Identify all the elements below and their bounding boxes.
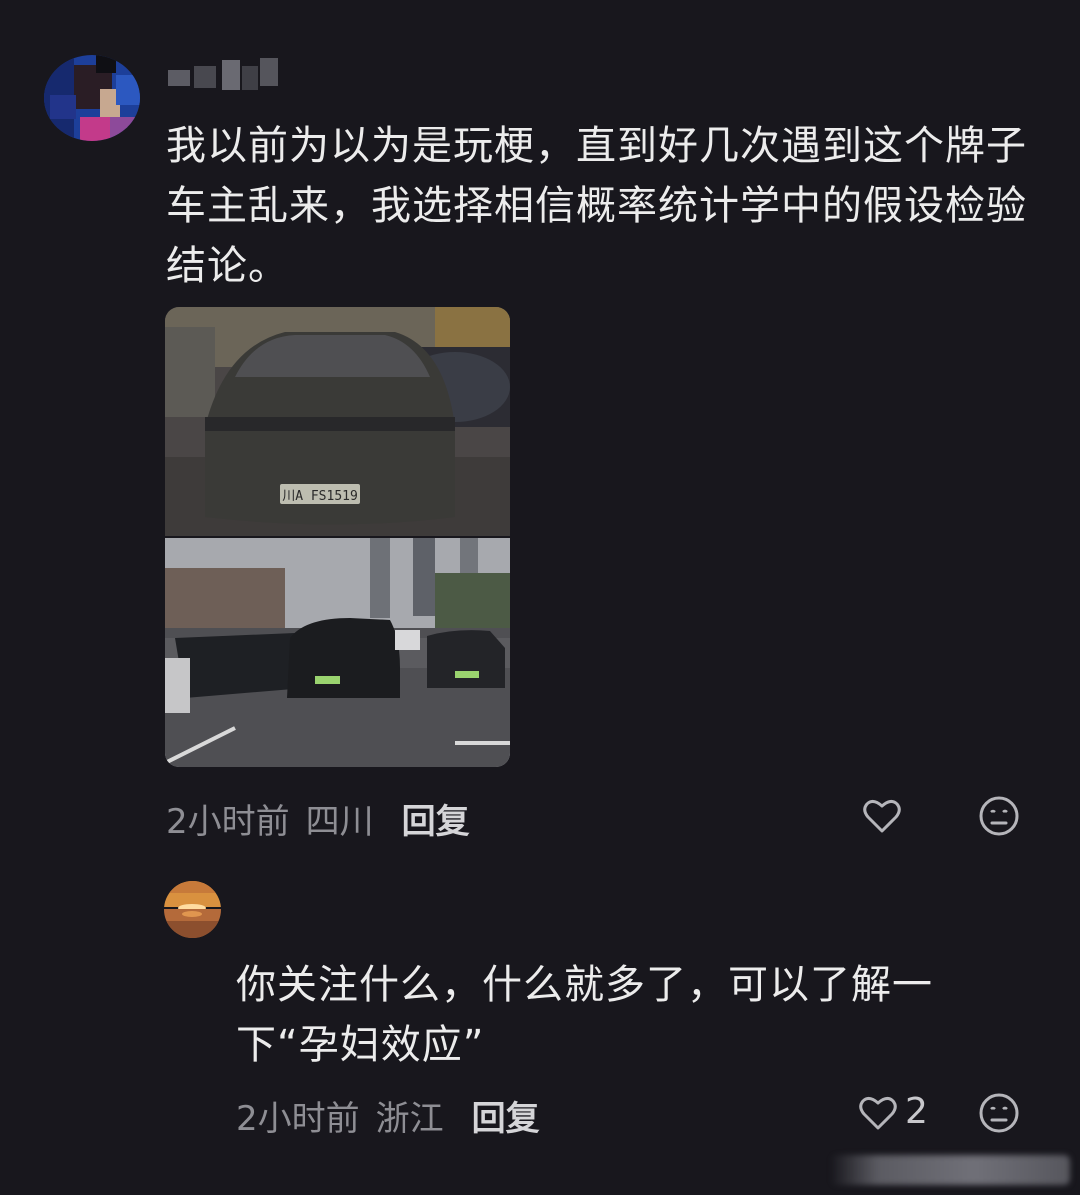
street-photo (165, 538, 510, 767)
heart-icon[interactable] (860, 794, 904, 838)
avatar[interactable] (164, 881, 221, 938)
watermark (830, 1155, 1070, 1185)
comment-photos[interactable]: 川A FS1519 (165, 307, 510, 767)
comment-text: 我以前为以为是玩梗，直到好几次遇到这个牌子车主乱来，我选择相信概率统计学中的假设… (166, 123, 1027, 289)
comment-meta: 2小时前 四川 回复 (166, 794, 470, 843)
username[interactable] (168, 58, 280, 90)
license-plate: 川A FS1519 (282, 489, 358, 504)
location: 浙江 (375, 1099, 444, 1139)
location: 四川 (305, 802, 374, 842)
comment-text: 你关注什么，什么就多了，可以了解一下“孕妇效应” (236, 962, 933, 1068)
meh-face-icon[interactable] (977, 1091, 1021, 1135)
reply-button[interactable]: 回复 (402, 802, 470, 842)
car-front-photo: 川A FS1519 (165, 307, 510, 536)
comment-meta: 2小时前 浙江 回复 (236, 1091, 540, 1140)
avatar[interactable] (44, 55, 140, 141)
meh-face-icon[interactable] (977, 794, 1021, 838)
heart-icon[interactable] (856, 1091, 900, 1135)
comment-thread: 我以前为以为是玩梗，直到好几次遇到这个牌子车主乱来，我选择相信概率统计学中的假设… (0, 0, 1080, 1195)
reply-button[interactable]: 回复 (472, 1099, 540, 1139)
timestamp: 2小时前 (236, 1099, 360, 1139)
timestamp: 2小时前 (166, 802, 290, 842)
like-count: 2 (905, 1091, 928, 1132)
